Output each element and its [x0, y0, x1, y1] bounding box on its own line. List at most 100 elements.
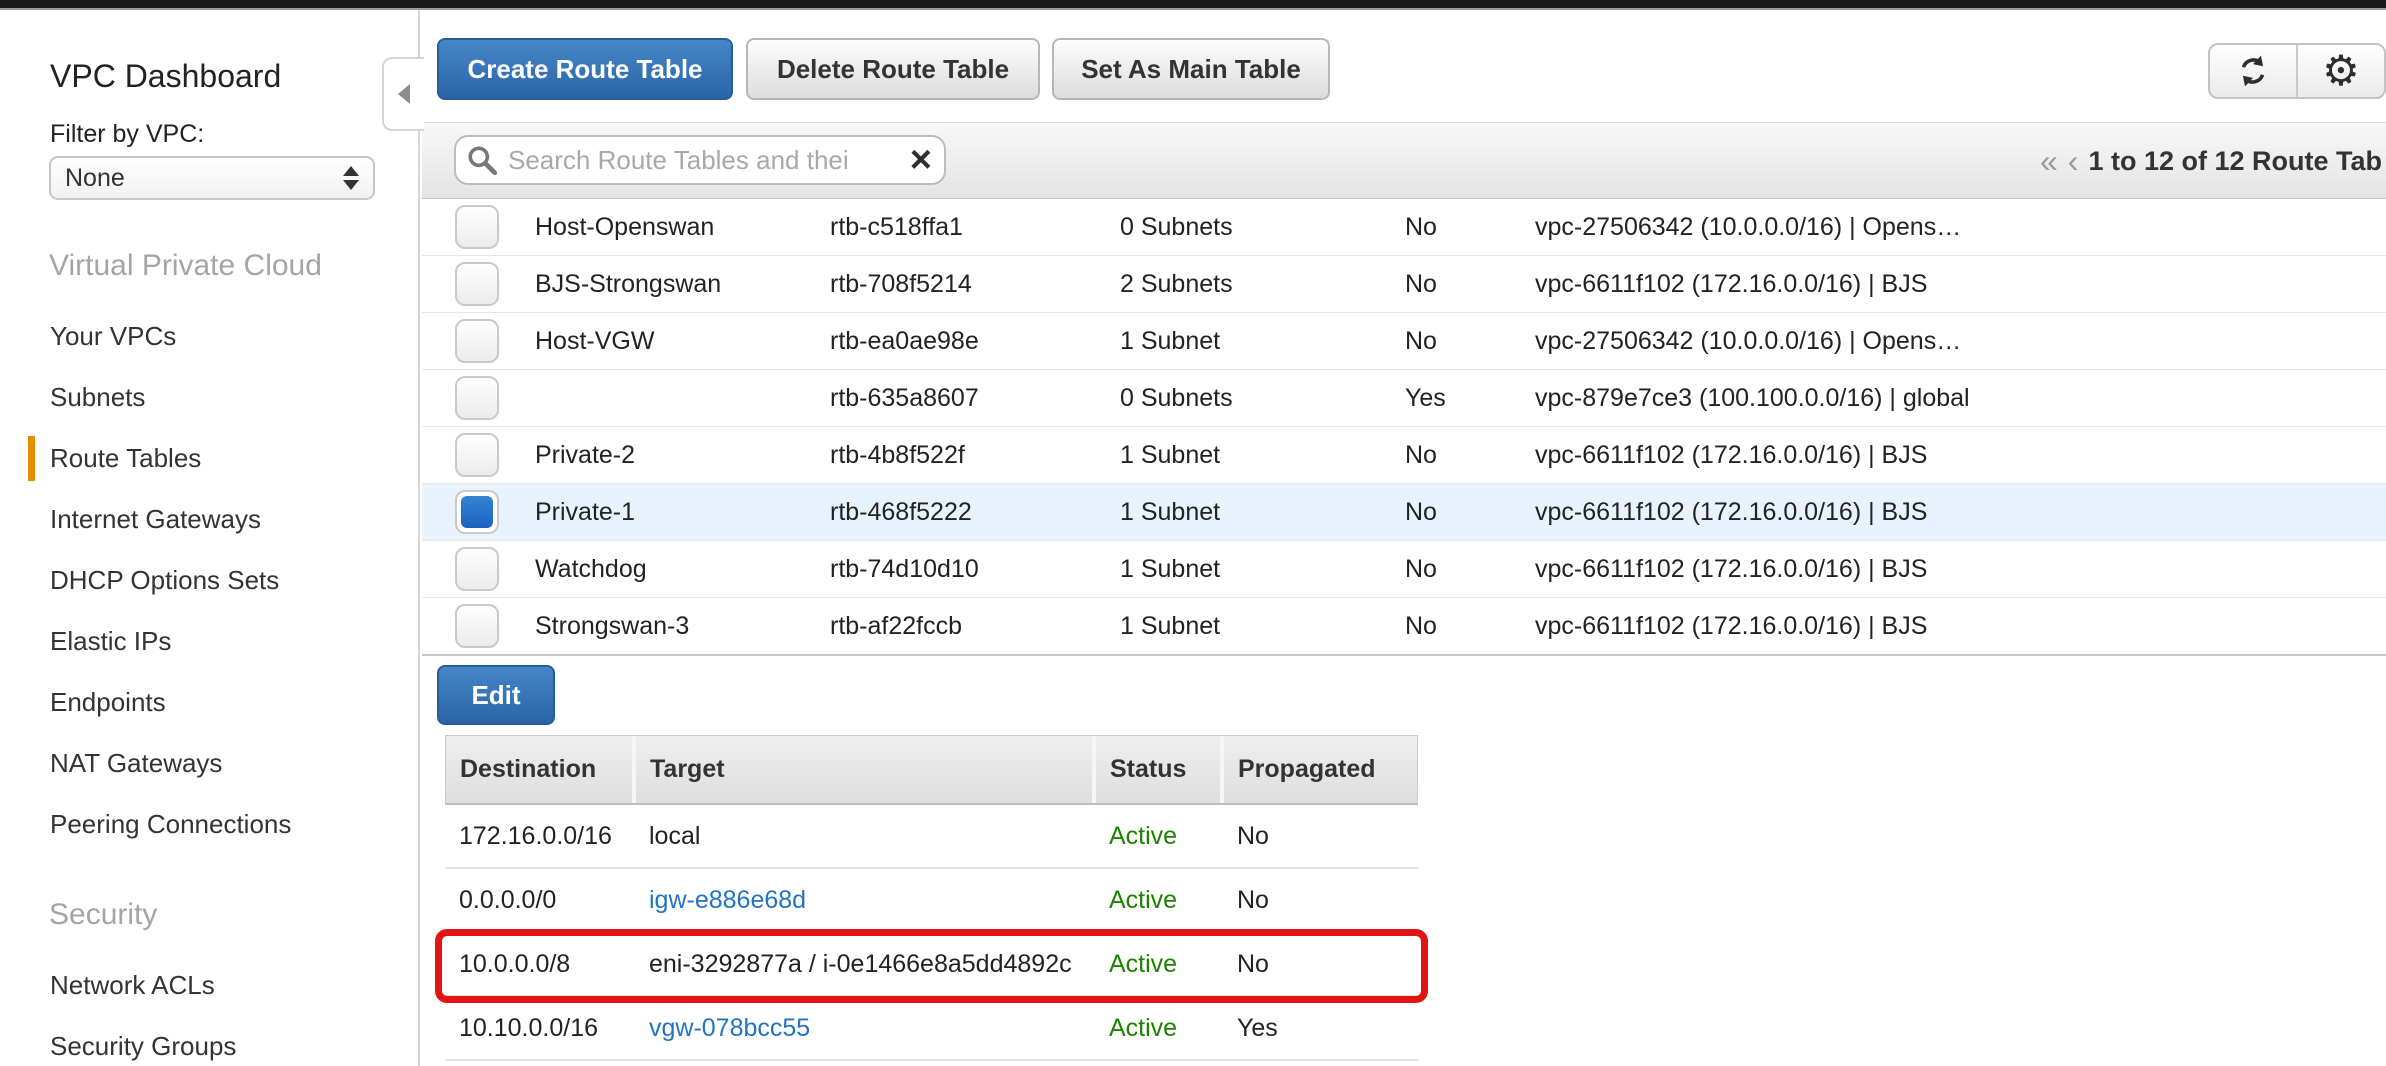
cell-main-flag: No — [1405, 555, 1535, 584]
cell-status: Active — [1095, 950, 1223, 979]
route-table-row[interactable]: rtb-635a86070 SubnetsYesvpc-879e7ce3 (10… — [422, 370, 2386, 427]
cell-target[interactable]: igw-e886e68d — [635, 886, 1095, 915]
route-table-row[interactable]: BJS-Strongswanrtb-708f52142 SubnetsNovpc… — [422, 256, 2386, 313]
cell-main-flag: No — [1405, 270, 1535, 299]
routes-table-body: 172.16.0.0/16localActiveNo0.0.0.0/0igw-e… — [445, 805, 1418, 1061]
collapse-arrow-icon — [398, 84, 410, 104]
sidebar-item-nat-gateways[interactable]: NAT Gateways — [0, 733, 418, 794]
route-table-row[interactable]: Private-1rtb-468f52221 SubnetNovpc-6611f… — [422, 484, 2386, 541]
row-checkbox[interactable] — [455, 376, 499, 420]
refresh-button[interactable] — [2210, 45, 2296, 97]
route-tables-list: Host-Openswanrtb-c518ffa10 SubnetsNovpc-… — [422, 199, 2386, 656]
sidebar-item-peering-connections[interactable]: Peering Connections — [0, 794, 418, 855]
cell-destination: 10.10.0.0/16 — [445, 1014, 635, 1043]
first-page-button[interactable]: « — [2040, 143, 2058, 180]
cell-name: Strongswan-3 — [535, 612, 830, 641]
row-checkbox[interactable] — [455, 604, 499, 648]
cell-propagated: No — [1223, 950, 1418, 979]
route-row[interactable]: 0.0.0.0/0igw-e886e68dActiveNo — [445, 869, 1418, 933]
pagination-text: 1 to 12 of 12 Route Tab — [2088, 146, 2382, 177]
sidebar-collapse-button[interactable] — [382, 57, 424, 131]
cell-main-flag: No — [1405, 213, 1535, 242]
cell-vpc-info: vpc-6611f102 (172.16.0.0/16) | BJS — [1535, 270, 2386, 299]
route-table-row[interactable]: Watchdogrtb-74d10d101 SubnetNovpc-6611f1… — [422, 541, 2386, 598]
checkbox-cell — [455, 604, 535, 648]
row-checkbox[interactable] — [455, 490, 499, 534]
cell-name: BJS-Strongswan — [535, 270, 830, 299]
edit-routes-button[interactable]: Edit — [437, 665, 555, 725]
refresh-icon — [2236, 54, 2270, 88]
route-row[interactable]: 172.16.0.0/16localActiveNo — [445, 805, 1418, 869]
sidebar-item-route-tables[interactable]: Route Tables — [0, 428, 418, 489]
cell-destination: 0.0.0.0/0 — [445, 886, 635, 915]
sidebar-item-security-groups[interactable]: Security Groups — [0, 1016, 418, 1066]
route-table-row[interactable]: Host-VGWrtb-ea0ae98e1 SubnetNovpc-275063… — [422, 313, 2386, 370]
checkbox-cell — [455, 433, 535, 477]
filter-by-vpc-label: Filter by VPC: — [50, 120, 204, 149]
top-nav-bar — [0, 0, 2386, 10]
delete-route-table-button[interactable]: Delete Route Table — [746, 38, 1040, 100]
route-table-row[interactable]: Host-Openswanrtb-c518ffa10 SubnetsNovpc-… — [422, 199, 2386, 256]
settings-button[interactable]: ⚙ — [2296, 45, 2384, 97]
row-checkbox[interactable] — [455, 262, 499, 306]
sidebar-item-subnets[interactable]: Subnets — [0, 367, 418, 428]
set-as-main-table-button[interactable]: Set As Main Table — [1052, 38, 1330, 100]
page-title: VPC Dashboard — [50, 58, 281, 95]
sidebar-item-endpoints[interactable]: Endpoints — [0, 672, 418, 733]
list-actions-group: ⚙ — [2208, 43, 2386, 99]
cell-name: Private-2 — [535, 441, 830, 470]
create-route-table-button[interactable]: Create Route Table — [437, 38, 733, 100]
cell-subnets-count: 1 Subnet — [1120, 498, 1405, 527]
cell-route-table-id: rtb-af22fccb — [830, 612, 1120, 641]
row-checkbox[interactable] — [455, 433, 499, 477]
sidebar-item-elastic-ips[interactable]: Elastic IPs — [0, 611, 418, 672]
cell-route-table-id: rtb-74d10d10 — [830, 555, 1120, 584]
column-header-target: Target — [636, 736, 1096, 803]
cell-subnets-count: 1 Subnet — [1120, 555, 1405, 584]
sidebar-item-dhcp-options-sets[interactable]: DHCP Options Sets — [0, 550, 418, 611]
cell-vpc-info: vpc-27506342 (10.0.0.0/16) | Opens… — [1535, 213, 2386, 242]
cell-subnets-count: 1 Subnet — [1120, 327, 1405, 356]
clear-icon[interactable]: × — [908, 141, 934, 179]
search-icon — [466, 144, 498, 176]
row-checkbox[interactable] — [455, 547, 499, 591]
cell-target[interactable]: vgw-078bcc55 — [635, 1014, 1095, 1043]
cell-target: eni-3292877a / i-0e1466e8a5dd4892c — [635, 950, 1095, 979]
cell-propagated: No — [1223, 886, 1418, 915]
cell-vpc-info: vpc-879e7ce3 (100.100.0.0/16) | global — [1535, 384, 2386, 413]
sidebar-item-your-vpcs[interactable]: Your VPCs — [0, 306, 418, 367]
sidebar-item-internet-gateways[interactable]: Internet Gateways — [0, 489, 418, 550]
cell-route-table-id: rtb-708f5214 — [830, 270, 1120, 299]
cell-status: Active — [1095, 886, 1223, 915]
sidebar: VPC Dashboard Filter by VPC: None Virtua… — [0, 10, 420, 1066]
sidebar-section-heading-virtual-private-cloud: Virtual Private Cloud — [0, 246, 418, 286]
cell-vpc-info: vpc-6611f102 (172.16.0.0/16) | BJS — [1535, 612, 2386, 641]
route-row[interactable]: 10.0.0.0/8eni-3292877a / i-0e1466e8a5dd4… — [445, 933, 1418, 997]
vpc-console: VPC Dashboard Filter by VPC: None Virtua… — [0, 0, 2386, 1066]
cell-name: Private-1 — [535, 498, 830, 527]
cell-status: Active — [1095, 822, 1223, 851]
search-input[interactable] — [506, 144, 908, 177]
cell-subnets-count: 1 Subnet — [1120, 612, 1405, 641]
search-box[interactable]: × — [454, 135, 946, 185]
cell-vpc-info: vpc-27506342 (10.0.0.0/16) | Opens… — [1535, 327, 2386, 356]
cell-status: Active — [1095, 1014, 1223, 1043]
cell-name: Host-Openswan — [535, 213, 830, 242]
cell-main-flag: No — [1405, 498, 1535, 527]
route-table-row[interactable]: Private-2rtb-4b8f522f1 SubnetNovpc-6611f… — [422, 427, 2386, 484]
route-table-row[interactable]: Strongswan-3rtb-af22fccb1 SubnetNovpc-66… — [422, 598, 2386, 656]
cell-propagated: Yes — [1223, 1014, 1418, 1043]
checkbox-cell — [455, 376, 535, 420]
cell-name: Host-VGW — [535, 327, 830, 356]
cell-destination: 172.16.0.0/16 — [445, 822, 635, 851]
cell-subnets-count: 2 Subnets — [1120, 270, 1405, 299]
row-checkbox[interactable] — [455, 205, 499, 249]
select-arrows-icon — [343, 166, 359, 190]
cell-main-flag: No — [1405, 441, 1535, 470]
route-row[interactable]: 10.10.0.0/16vgw-078bcc55ActiveYes — [445, 997, 1418, 1061]
vpc-filter-select[interactable]: None — [49, 156, 375, 200]
row-checkbox[interactable] — [455, 319, 499, 363]
checkbox-cell — [455, 205, 535, 249]
sidebar-item-network-acls[interactable]: Network ACLs — [0, 955, 418, 1016]
prev-page-button[interactable]: ‹ — [2068, 143, 2079, 180]
